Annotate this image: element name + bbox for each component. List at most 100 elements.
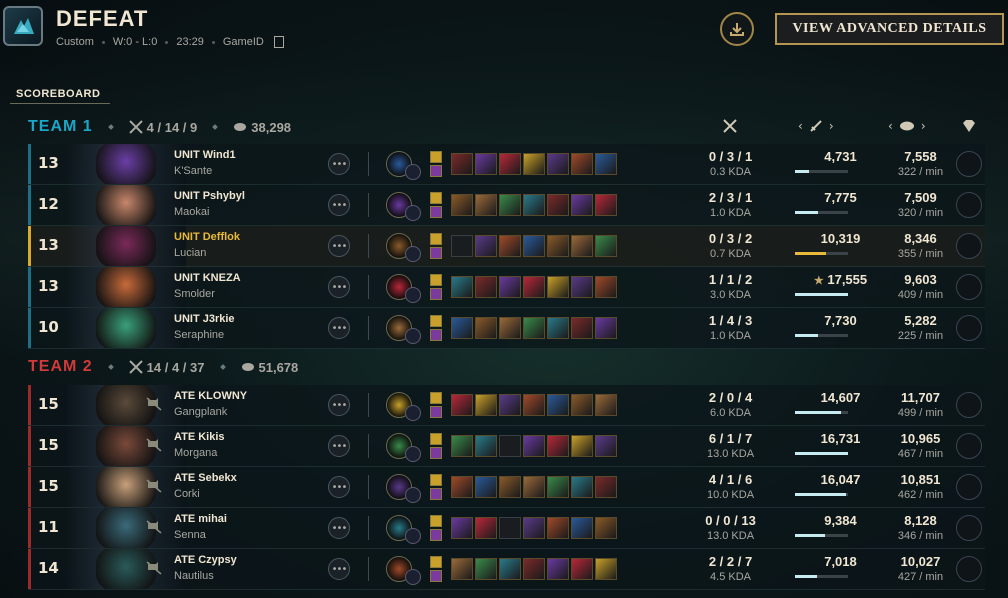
item-slot[interactable]: [547, 558, 569, 580]
item-slot[interactable]: [547, 194, 569, 216]
item-slot[interactable]: [475, 476, 497, 498]
item-slot[interactable]: [547, 317, 569, 339]
secondary-rune-icon[interactable]: [405, 446, 421, 462]
item-slot[interactable]: [595, 276, 617, 298]
chevron-right-icon[interactable]: ›: [921, 119, 926, 133]
summoner-spell-icon[interactable]: [430, 206, 442, 218]
summoner-spell-icon[interactable]: [430, 474, 442, 486]
secondary-rune-icon[interactable]: [405, 528, 421, 544]
damage-column-header[interactable]: ‹ ›: [798, 118, 834, 134]
honor-button[interactable]: [956, 392, 982, 418]
item-slot[interactable]: [499, 194, 521, 216]
summoner-spell-icon[interactable]: [430, 329, 442, 341]
player-row[interactable]: 15 ATE KLOWNY Gangplank ••• 2 / 0 / 4 6.…: [28, 385, 985, 426]
chat-muted-icon[interactable]: [146, 520, 162, 534]
summoner-spell-icon[interactable]: [430, 529, 442, 541]
player-row[interactable]: 13 UNIT Wind1 K'Sante ••• 0 / 3 / 1 0.3 …: [28, 144, 985, 185]
item-slot[interactable]: [547, 476, 569, 498]
chevron-left-icon[interactable]: ‹: [798, 119, 803, 133]
chevron-right-icon[interactable]: ›: [829, 119, 834, 133]
item-slot[interactable]: [571, 317, 593, 339]
summoner-spell-icon[interactable]: [430, 433, 442, 445]
secondary-rune-icon[interactable]: [405, 569, 421, 585]
item-slot[interactable]: [499, 558, 521, 580]
item-slot[interactable]: [523, 317, 545, 339]
item-slot[interactable]: [499, 276, 521, 298]
item-slot[interactable]: [571, 276, 593, 298]
item-slot[interactable]: [499, 394, 521, 416]
more-options-button[interactable]: •••: [328, 276, 350, 298]
summoner-spell-icon[interactable]: [430, 233, 442, 245]
secondary-rune-icon[interactable]: [405, 205, 421, 221]
item-slot[interactable]: [499, 153, 521, 175]
item-slot[interactable]: [571, 558, 593, 580]
item-slot[interactable]: [595, 435, 617, 457]
item-slot[interactable]: [571, 435, 593, 457]
item-slot[interactable]: [547, 276, 569, 298]
item-slot[interactable]: [571, 235, 593, 257]
player-row[interactable]: 14 ATE Czypsy Nautilus ••• 2 / 2 / 7 4.5…: [28, 549, 985, 590]
summoner-spell-icon[interactable]: [430, 488, 442, 500]
item-slot[interactable]: [523, 558, 545, 580]
honor-button[interactable]: [956, 151, 982, 177]
item-slot[interactable]: [595, 517, 617, 539]
item-slot[interactable]: [523, 153, 545, 175]
item-slot[interactable]: [523, 394, 545, 416]
chevron-left-icon[interactable]: ‹: [888, 119, 893, 133]
summoner-spell-icon[interactable]: [430, 406, 442, 418]
more-options-button[interactable]: •••: [328, 235, 350, 257]
player-row[interactable]: 12 UNIT Pshybyl Maokai ••• 2 / 3 / 1 1.0…: [28, 185, 985, 226]
item-slot[interactable]: [451, 153, 473, 175]
item-slot[interactable]: [523, 476, 545, 498]
item-slot[interactable]: [451, 276, 473, 298]
chat-muted-icon[interactable]: [146, 438, 162, 452]
secondary-rune-icon[interactable]: [405, 487, 421, 503]
summoner-spell-icon[interactable]: [430, 165, 442, 177]
item-slot[interactable]: [571, 394, 593, 416]
honor-button[interactable]: [956, 274, 982, 300]
item-slot[interactable]: [523, 194, 545, 216]
more-options-button[interactable]: •••: [328, 476, 350, 498]
item-slot[interactable]: [451, 476, 473, 498]
summoner-spell-icon[interactable]: [430, 570, 442, 582]
gold-column-header[interactable]: ‹ ›: [888, 118, 926, 134]
summoner-name[interactable]: ATE mihai: [174, 513, 227, 525]
more-options-button[interactable]: •••: [328, 317, 350, 339]
item-slot[interactable]: [451, 558, 473, 580]
more-options-button[interactable]: •••: [328, 394, 350, 416]
summoner-spell-icon[interactable]: [430, 515, 442, 527]
item-slot[interactable]: [595, 317, 617, 339]
item-slot[interactable]: [523, 235, 545, 257]
summoner-spell-icon[interactable]: [430, 447, 442, 459]
item-slot[interactable]: [595, 194, 617, 216]
summoner-name[interactable]: UNIT KNEZA: [174, 272, 241, 284]
player-row[interactable]: 15 ATE Sebekx Corki ••• 4 / 1 / 6 10.0 K…: [28, 467, 985, 508]
secondary-rune-icon[interactable]: [405, 328, 421, 344]
secondary-rune-icon[interactable]: [405, 246, 421, 262]
game-id-label[interactable]: GameID: [223, 36, 264, 48]
item-slot[interactable]: [595, 558, 617, 580]
item-slot[interactable]: [547, 435, 569, 457]
item-slot[interactable]: [451, 517, 473, 539]
summoner-name[interactable]: ATE Kikis: [174, 431, 225, 443]
item-slot[interactable]: [451, 435, 473, 457]
scoreboard-tab[interactable]: SCOREBOARD: [16, 88, 100, 100]
item-slot[interactable]: [499, 476, 521, 498]
summoner-spell-icon[interactable]: [430, 392, 442, 404]
summoner-spell-icon[interactable]: [430, 288, 442, 300]
summoner-name[interactable]: UNIT Wind1: [174, 149, 236, 161]
item-slot[interactable]: [475, 153, 497, 175]
view-advanced-details-button[interactable]: VIEW ADVANCED DETAILS: [775, 13, 1004, 45]
chat-muted-icon[interactable]: [146, 561, 162, 575]
item-slot[interactable]: [499, 317, 521, 339]
player-row[interactable]: 13 UNIT KNEZA Smolder ••• 1 / 1 / 2 3.0 …: [28, 267, 985, 308]
item-slot[interactable]: [475, 435, 497, 457]
item-slot[interactable]: [475, 235, 497, 257]
summoner-name[interactable]: UNIT Defflok: [174, 231, 240, 243]
honor-button[interactable]: [956, 515, 982, 541]
summoner-name[interactable]: UNIT Pshybyl: [174, 190, 245, 202]
chat-muted-icon[interactable]: [146, 397, 162, 411]
item-slot[interactable]: [571, 194, 593, 216]
more-options-button[interactable]: •••: [328, 435, 350, 457]
secondary-rune-icon[interactable]: [405, 164, 421, 180]
